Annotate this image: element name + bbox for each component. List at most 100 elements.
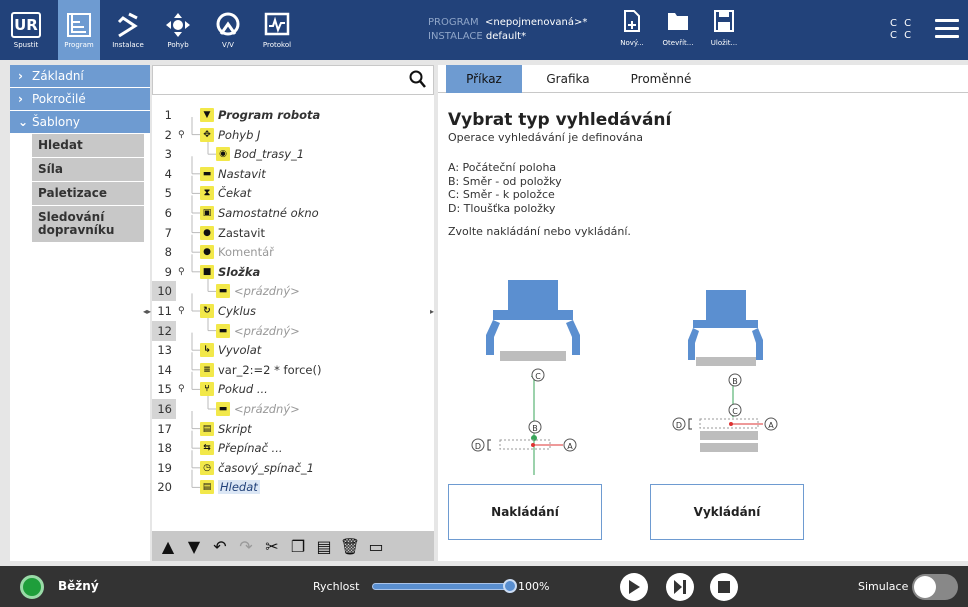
label-c: C (531, 368, 545, 382)
stop-button[interactable] (710, 573, 738, 601)
command-title: Vybrat typ vyhledávání (448, 110, 672, 130)
play-icon (629, 580, 640, 594)
collapse-pin-icon[interactable]: ⚲ (178, 306, 188, 316)
paste-icon[interactable]: ▤ (314, 535, 334, 557)
collapse-pin-icon[interactable]: ⚲ (178, 384, 188, 394)
line-number: 10 (152, 281, 176, 302)
robot-status-icon[interactable] (20, 575, 44, 599)
option-b: B: Směr - od položky (448, 174, 562, 188)
destacking-button[interactable]: Vykládání (650, 484, 804, 540)
tree-node-icon: ▤ (200, 421, 214, 436)
label-c-2: C (728, 403, 742, 417)
category-advanced[interactable]: › Pokročilé (10, 88, 150, 110)
command-panel: Příkaz Grafika Proměnné Vybrat typ vyhle… (438, 65, 968, 561)
tree-row[interactable]: 8 ● Komentář (152, 242, 434, 262)
simulation-toggle[interactable] (912, 574, 958, 600)
nav-move-button[interactable]: Pohyb (158, 0, 198, 60)
tree-row[interactable]: 5 ⧗ Čekat (152, 183, 434, 203)
tree-row[interactable]: 20 ▤ Hledat (152, 477, 434, 497)
collapse-pin-icon[interactable]: ⚲ (178, 130, 188, 140)
simulation-toggle-knob (914, 576, 936, 598)
hamburger-menu-icon[interactable] (935, 19, 959, 39)
tree-node-icon: ▬ (216, 323, 230, 338)
collapse-left-handle-icon[interactable]: ◂▸ (143, 307, 151, 316)
open-program-button[interactable]: Otevřít... (660, 10, 696, 47)
template-force[interactable]: Síla (32, 158, 144, 181)
svg-text:B: B (532, 424, 538, 433)
simulation-label: Simulace (858, 580, 909, 593)
tree-row[interactable]: 12 ▬ <prázdný> (152, 320, 434, 341)
line-number: 16 (152, 399, 176, 419)
tree-node-icon: ■ (200, 264, 214, 279)
tree-row[interactable]: 6 ▣ Samostatné okno (152, 203, 434, 223)
speed-slider-handle[interactable] (503, 579, 517, 593)
play-button[interactable] (620, 573, 648, 601)
tree-row[interactable]: 3 ◉ Bod_trasy_1 (152, 144, 434, 164)
line-number: 17 (157, 421, 172, 436)
speed-slider[interactable] (372, 583, 512, 590)
tree-row[interactable]: 19 ◷ časový_spínač_1 (152, 458, 434, 478)
tab-command[interactable]: Příkaz (446, 65, 522, 93)
tree-row[interactable]: 7 ● Zastavit (152, 223, 434, 243)
line-number: 2 (164, 127, 172, 142)
tree-row[interactable]: 17 ▤ Skript (152, 419, 434, 439)
line-number: 11 (157, 304, 172, 318)
ur-logo-icon: UR (11, 11, 41, 38)
move-up-icon[interactable]: ▲ (158, 535, 178, 557)
category-templates[interactable]: ⌄ Šablony (10, 111, 150, 133)
tree-search-input[interactable] (152, 65, 434, 95)
tree-node-label: Komentář (218, 245, 274, 260)
tab-graphics[interactable]: Grafika (530, 65, 606, 93)
search-diagrams: C B A D B C A D (471, 280, 778, 475)
gripper-icon (688, 290, 763, 366)
tree-row[interactable]: 13 ↳ Vyvolat (152, 340, 434, 360)
stacking-button[interactable]: Nakládání (448, 484, 602, 540)
template-conveyor-tracking[interactable]: Sledování dopravníku (32, 206, 144, 242)
nav-run-button[interactable]: UR Spustit (4, 0, 48, 60)
tree-row[interactable]: 9 ⚲ ■ Složka (152, 262, 434, 282)
tree-row[interactable]: 14 ≡ var_2:=2 * force() (152, 360, 434, 380)
collapse-right-handle-icon[interactable]: ▸ (430, 307, 434, 316)
step-button[interactable] (666, 573, 694, 601)
new-program-label: Nový... (620, 39, 644, 47)
tree-row[interactable]: 15 ⚲ ⑂ Pokud ... (152, 379, 434, 399)
undo-icon[interactable]: ↶ (210, 535, 230, 557)
cut-icon[interactable]: ✂ (262, 535, 282, 557)
tree-row[interactable]: 18 ⇆ Přepínač ... (152, 438, 434, 458)
tree-row[interactable]: 11 ⚲ ↻ Cyklus (152, 301, 434, 321)
nav-program-button[interactable]: Program (58, 0, 100, 60)
tree-node-icon: ⇆ (200, 441, 214, 456)
tree-row[interactable]: 16 ▬ <prázdný> (152, 399, 434, 419)
template-search[interactable]: Hledat (32, 134, 144, 157)
delete-icon[interactable]: 🗑 (340, 535, 360, 557)
copy-icon[interactable]: ❐ (288, 535, 308, 557)
program-info: PROGRAM <nepojmenovaná>* INSTALACE defau… (428, 16, 587, 44)
tab-variables[interactable]: Proměnné (618, 65, 704, 93)
tree-node-label: Přepínač ... (218, 441, 283, 456)
category-templates-label: Šablony (32, 115, 80, 129)
tree-node-label: <prázdný> (234, 402, 300, 416)
nav-install-button[interactable]: Instalace (104, 0, 152, 60)
folder-icon (668, 13, 688, 30)
redo-icon[interactable]: ↷ (236, 535, 256, 557)
collapse-pin-icon[interactable]: ⚲ (178, 267, 188, 277)
nav-run-label: Spustit (13, 40, 39, 49)
template-palletizing[interactable]: Paletizace (32, 182, 144, 205)
suppress-icon[interactable]: ▭ (366, 535, 386, 557)
tree-row[interactable]: 2 ⚲ ✥ Pohyb J (152, 125, 434, 145)
tree-node-icon: ▬ (216, 402, 230, 416)
save-program-button[interactable]: Uložit... (706, 10, 742, 47)
tree-row[interactable]: 4 ▬ Nastavit (152, 164, 434, 184)
search-icon[interactable] (409, 70, 427, 90)
move-down-icon[interactable]: ▼ (184, 535, 204, 557)
nav-log-button[interactable]: Protokol (256, 0, 298, 60)
nav-io-button[interactable]: V/V (208, 0, 248, 60)
tree-row[interactable]: 1 ▼ Program robota (152, 105, 434, 125)
tree-row[interactable]: 10 ▬ <prázdný> (152, 281, 434, 302)
instruction-text: Zvolte nakládání nebo vykládání. (448, 225, 631, 238)
new-program-button[interactable]: Nový... (614, 10, 650, 47)
cc-top: C C (890, 18, 914, 29)
category-basic[interactable]: › Základní (10, 65, 150, 87)
tree-node-label: Složka (218, 264, 261, 279)
command-subtitle: Operace vyhledávání je definována (448, 131, 643, 144)
